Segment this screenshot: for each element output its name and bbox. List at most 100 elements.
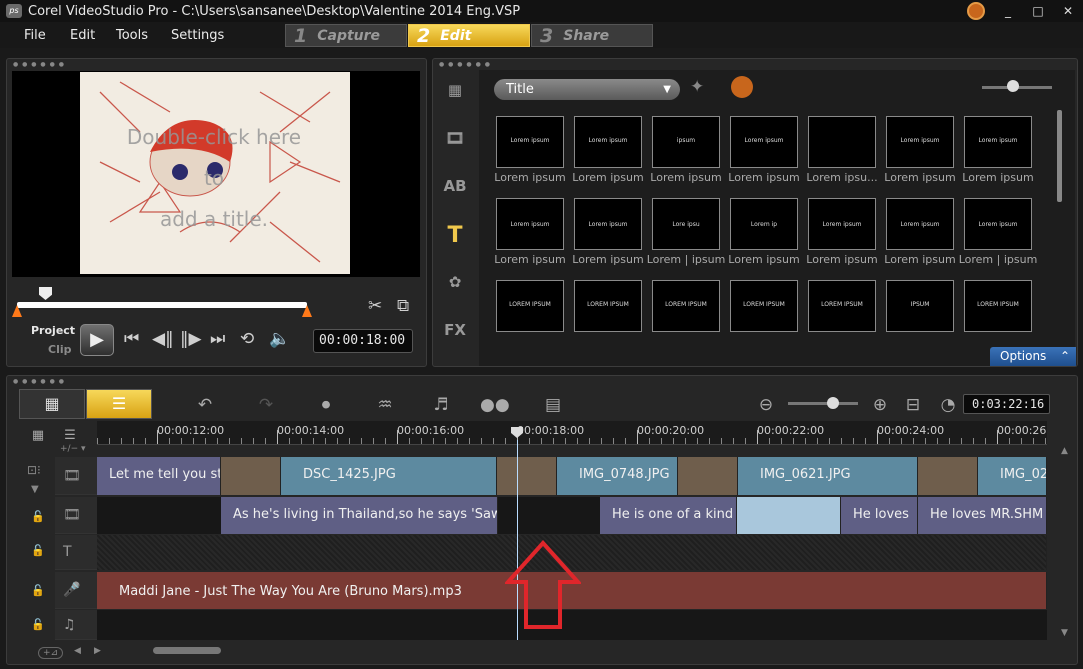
video-track-header[interactable]: 🎞 bbox=[55, 457, 97, 495]
filter-fx-icon[interactable]: FX bbox=[441, 318, 469, 342]
record-capture-icon[interactable]: ⏺ bbox=[313, 393, 339, 417]
maximize-button[interactable]: □ bbox=[1023, 0, 1053, 22]
lock-icon[interactable]: 🔓 bbox=[31, 510, 45, 523]
video-clip-thumbnail[interactable] bbox=[221, 457, 281, 495]
overlay-clip[interactable]: He loves bbox=[841, 497, 918, 534]
scroll-down-icon[interactable]: ▼ bbox=[1061, 628, 1068, 638]
title-preset-thumbnail[interactable]: IPSUM bbox=[886, 280, 954, 332]
title-preset-thumbnail[interactable]: Lorem ipsum bbox=[808, 198, 876, 250]
lock-icon[interactable]: 🔓 bbox=[31, 618, 45, 631]
title-preset-thumbnail[interactable]: Lorem ipsum bbox=[730, 116, 798, 168]
title-preset-thumbnail[interactable]: LOREM IPSUM bbox=[964, 280, 1032, 332]
enlarge-preview-icon[interactable]: ⧉ bbox=[397, 296, 409, 316]
title-preset-thumbnail[interactable]: Lorem ip bbox=[730, 198, 798, 250]
title-preset-thumbnail[interactable]: LOREM IPSUM bbox=[730, 280, 798, 332]
menu-edit[interactable]: Edit bbox=[70, 28, 95, 43]
video-clip-thumbnail[interactable] bbox=[678, 457, 738, 495]
go-to-end-icon[interactable]: ⏭ bbox=[210, 329, 225, 349]
split-clip-icon[interactable]: ✂ bbox=[368, 296, 382, 316]
menu-settings[interactable]: Settings bbox=[171, 28, 224, 43]
menu-file[interactable]: File bbox=[24, 28, 46, 43]
title-preset-thumbnail[interactable]: Lore ipsu bbox=[652, 198, 720, 250]
scroll-left-icon[interactable]: ◀ bbox=[74, 646, 81, 656]
title-preset-thumbnail[interactable]: LOREM IPSUM bbox=[652, 280, 720, 332]
play-button[interactable]: ▶ bbox=[80, 324, 114, 356]
tab-capture[interactable]: 1 Capture bbox=[285, 24, 407, 47]
timeline-view-button[interactable]: ☰ bbox=[86, 389, 152, 419]
lock-icon[interactable]: 🔓 bbox=[31, 544, 45, 557]
title-library-icon[interactable]: T bbox=[441, 224, 469, 248]
overlay-clip-thumbnail[interactable] bbox=[737, 497, 841, 534]
lock-icon[interactable]: 🔓 bbox=[31, 584, 45, 597]
video-clip[interactable]: IMG_020 bbox=[978, 457, 1047, 495]
scrub-bar[interactable] bbox=[17, 302, 307, 308]
tab-edit[interactable]: 2 Edit bbox=[408, 24, 530, 47]
music-track-header[interactable]: ♫ bbox=[55, 610, 97, 640]
sound-mixer-icon[interactable]: ♒ bbox=[372, 393, 398, 417]
title-preset-thumbnail[interactable]: Lorem ipsum bbox=[964, 198, 1032, 250]
library-scrollbar[interactable] bbox=[1057, 110, 1062, 202]
title-preset-thumbnail[interactable]: LOREM IPSUM bbox=[574, 280, 642, 332]
mode-clip[interactable]: Clip bbox=[48, 343, 72, 356]
menu-tools[interactable]: Tools bbox=[116, 28, 148, 43]
zoom-knob[interactable] bbox=[827, 397, 839, 409]
overlay-track[interactable]: As he's living in Thailand,so he says 'S… bbox=[97, 497, 1047, 534]
instant-project-icon[interactable]: 🎞 bbox=[441, 126, 469, 150]
auto-music-icon[interactable]: ♬ bbox=[428, 393, 454, 417]
overlay-clip[interactable]: He loves MR.SHM bbox=[918, 497, 1047, 534]
repeat-icon[interactable]: ⟲ bbox=[240, 329, 254, 349]
video-clip[interactable]: Let me tell you sto bbox=[97, 457, 221, 495]
title-preset-thumbnail[interactable]: Lorem ipsum bbox=[886, 198, 954, 250]
undo-icon[interactable]: ↶ bbox=[192, 393, 218, 417]
graphic-icon[interactable]: ✿ bbox=[441, 270, 469, 294]
close-button[interactable]: ✕ bbox=[1053, 0, 1083, 22]
zoom-slider[interactable] bbox=[788, 402, 858, 405]
fit-project-icon[interactable]: ⊟ bbox=[900, 393, 926, 417]
subtitle-editor-icon[interactable]: ▤ bbox=[540, 393, 566, 417]
add-to-favorites-icon[interactable]: ✦ bbox=[690, 77, 704, 97]
transition-icon[interactable]: AB bbox=[441, 174, 469, 198]
chevron-down-icon[interactable]: ▼ bbox=[31, 484, 39, 495]
title-preset-thumbnail[interactable]: Lorem ipsum bbox=[496, 198, 564, 250]
timeline-ruler[interactable]: 00:00:12:00 00:00:14:00 00:00:16:00 00:00:1… bbox=[97, 421, 1047, 445]
title-preset-thumbnail[interactable]: Lorem ipsum bbox=[574, 198, 642, 250]
track-manager-icon[interactable]: ▦ bbox=[25, 424, 51, 448]
scroll-right-icon[interactable]: ▶ bbox=[94, 646, 101, 656]
motion-tracking-icon[interactable]: ●● bbox=[480, 393, 510, 417]
voice-track-header[interactable]: 🎤 bbox=[55, 572, 97, 609]
previous-frame-icon[interactable]: ◀‖ bbox=[152, 329, 174, 349]
options-button[interactable]: Options ⌃ bbox=[990, 347, 1076, 366]
title-track-header[interactable]: T bbox=[55, 535, 97, 570]
video-clip[interactable]: IMG_0748.JPG bbox=[557, 457, 678, 495]
title-preset-thumbnail[interactable]: Lorem ipsum bbox=[886, 116, 954, 168]
reel-icon[interactable] bbox=[731, 76, 753, 98]
video-track[interactable]: Let me tell you sto DSC_1425.JPG IMG_0748.… bbox=[97, 457, 1047, 495]
overlay-track-header[interactable]: 🎞 bbox=[55, 497, 97, 534]
timecode-display[interactable]: 00:00:18:00 bbox=[313, 329, 413, 353]
ripple-edit-icon[interactable]: ⊡⁝ bbox=[27, 463, 41, 477]
storyboard-view-button[interactable]: ▦ bbox=[19, 389, 85, 419]
title-preset-thumbnail[interactable]: LOREM IPSUM bbox=[808, 280, 876, 332]
minimize-button[interactable]: _ bbox=[993, 0, 1023, 22]
title-preset-thumbnail[interactable]: ipsum bbox=[652, 116, 720, 168]
category-dropdown[interactable]: Title ▼ bbox=[494, 79, 680, 100]
add-track-icon[interactable]: +⊿ bbox=[38, 647, 64, 659]
title-preset-thumbnail[interactable]: Lorem ipsum bbox=[964, 116, 1032, 168]
overlay-clip[interactable]: He is one of a kind bbox=[600, 497, 737, 534]
thumbnail-size-knob[interactable] bbox=[1007, 80, 1019, 92]
title-preset-thumbnail[interactable]: LOREM IPSUM bbox=[496, 280, 564, 332]
go-to-start-icon[interactable]: ⏮ bbox=[124, 329, 139, 349]
add-title-hint[interactable]: Double-click here to add a title. bbox=[114, 117, 314, 240]
redo-icon[interactable]: ↷ bbox=[253, 393, 279, 417]
video-clip-thumbnail[interactable] bbox=[918, 457, 978, 495]
video-clip-thumbnail[interactable] bbox=[497, 457, 557, 495]
timeline-horizontal-scrollbar[interactable] bbox=[153, 647, 221, 654]
scroll-up-icon[interactable]: ▲ bbox=[1061, 446, 1068, 456]
media-library-icon[interactable]: ▦ bbox=[441, 78, 469, 102]
video-clip[interactable]: IMG_0621.JPG bbox=[738, 457, 918, 495]
volume-icon[interactable]: 🔈 bbox=[269, 329, 290, 349]
mode-project[interactable]: Project bbox=[31, 324, 75, 337]
title-preset-thumbnail[interactable]: Lorem ipsum bbox=[574, 116, 642, 168]
zoom-out-icon[interactable]: ⊖ bbox=[753, 393, 779, 417]
corel-guide-icon[interactable] bbox=[967, 2, 985, 20]
